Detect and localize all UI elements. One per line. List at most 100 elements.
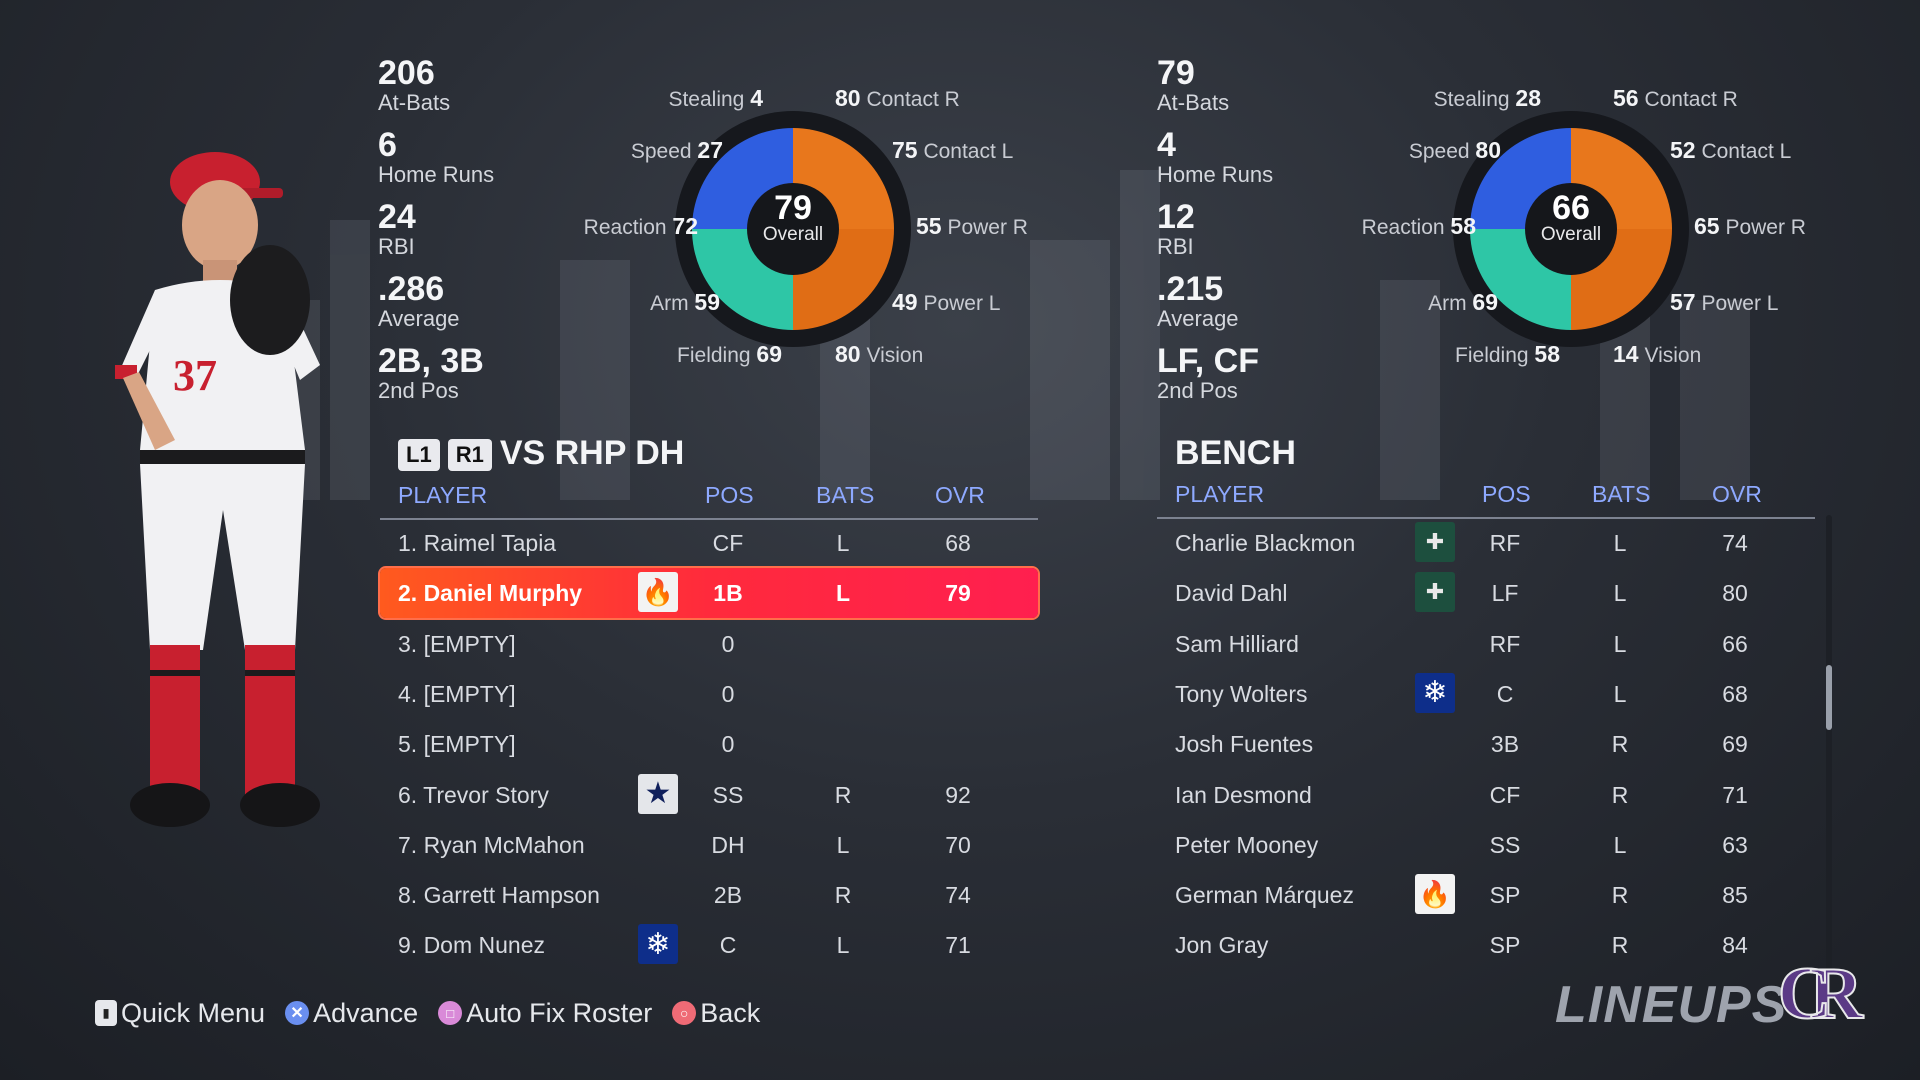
lineup-title-text: VS RHP DH xyxy=(499,434,685,472)
player-overall: 71 xyxy=(1722,781,1748,808)
player-bats: R xyxy=(834,882,852,909)
attr-stealing: Stealing 4 xyxy=(668,85,763,111)
stat-value: 24 xyxy=(378,198,416,236)
advance-button[interactable]: ✕ Advance xyxy=(285,998,418,1029)
l1-button-badge[interactable]: L1 xyxy=(398,439,440,472)
player-name: 9. Dom Nunez xyxy=(398,932,546,959)
attr-contact-l: 75 Contact L xyxy=(892,137,1014,163)
col-header-player[interactable]: PLAYER xyxy=(398,482,487,509)
player-bats: L xyxy=(1613,530,1627,556)
player-bats: R xyxy=(1611,731,1629,758)
lineup-row[interactable]: 8. Garrett Hampson 2B R 74 xyxy=(380,870,1038,920)
stat-label: At-Bats xyxy=(1157,90,1230,115)
player-name: 5. [EMPTY] xyxy=(398,731,516,758)
lineup-row[interactable]: 2. Daniel Murphy 1B L 79 🔥 xyxy=(380,568,1038,619)
player-overall: 84 xyxy=(1722,932,1748,959)
quick-menu-label: Quick Menu xyxy=(121,997,266,1028)
snowflake-icon: ❄ xyxy=(638,924,678,965)
bench-title: BENCH xyxy=(1175,434,1296,472)
attr-power-r: 55 Power R xyxy=(916,213,1028,239)
r1-button-badge[interactable]: R1 xyxy=(447,439,492,472)
attr-power-l: 49 Power L xyxy=(892,289,1001,315)
bench-row[interactable]: Ian Desmond CF R 71 xyxy=(1157,770,1815,820)
attr-contact-r: 56 Contact R xyxy=(1613,85,1738,111)
bench-row[interactable]: David Dahl LF L 80 ✚ xyxy=(1157,568,1815,618)
stat-value: 79 xyxy=(1157,54,1195,92)
player-position: 0 xyxy=(721,630,735,657)
stat-rbi: 24 RBI xyxy=(378,199,494,271)
lineup-row[interactable]: 1. Raimel Tapia CF L 68 xyxy=(380,518,1038,568)
player-name: 8. Garrett Hampson xyxy=(398,882,600,909)
lineup-title: L1 R1 VS RHP DH xyxy=(398,434,684,473)
lineup-row[interactable]: 6. Trevor Story SS R 92 ★ xyxy=(380,770,1038,820)
stat-value: .215 xyxy=(1157,270,1224,308)
star-icon: ★ xyxy=(638,773,678,814)
stat-home-runs: 4 Home Runs xyxy=(1157,127,1273,199)
overall-value: 66 xyxy=(1552,189,1590,227)
stat-second-position: LF, CF 2nd Pos xyxy=(1157,343,1273,415)
lineup-row[interactable]: 7. Ryan McMahon DH L 70 xyxy=(380,820,1038,870)
player-name: Tony Wolters xyxy=(1175,680,1308,707)
attr-contact-l: 52 Contact L xyxy=(1670,137,1792,163)
col-header-pos[interactable]: POS xyxy=(1482,481,1531,508)
bench-row[interactable]: Charlie Blackmon RF L 74 ✚ xyxy=(1157,518,1815,568)
player-position: 0 xyxy=(721,680,735,707)
player-overall: 66 xyxy=(1722,630,1748,657)
player-position: SP xyxy=(1489,932,1521,959)
team-logo: CR xyxy=(1777,952,1864,1036)
attr-reaction: Reaction 58 xyxy=(1361,213,1476,239)
bench-scrollbar-thumb[interactable] xyxy=(1826,665,1832,730)
bench-row[interactable]: Peter Mooney SS L 63 xyxy=(1157,820,1815,870)
col-header-ovr[interactable]: OVR xyxy=(935,482,985,509)
col-header-player[interactable]: PLAYER xyxy=(1175,481,1264,508)
attr-power-r: 65 Power R xyxy=(1694,213,1806,239)
col-header-ovr[interactable]: OVR xyxy=(1712,481,1762,508)
fire-icon: 🔥 xyxy=(638,572,678,613)
player-name: 7. Ryan McMahon xyxy=(398,831,585,858)
bench-row[interactable]: Josh Fuentes 3B R 69 xyxy=(1157,719,1815,769)
attr-speed: Speed 27 xyxy=(630,137,723,163)
bandage-icon: ✚ xyxy=(1415,572,1455,613)
auto-fix-roster-label: Auto Fix Roster xyxy=(466,997,653,1028)
player-position: 1B xyxy=(713,580,743,607)
bench-scrollbar-track[interactable] xyxy=(1826,515,1832,970)
player-overall: 85 xyxy=(1722,882,1748,909)
player-name: Jon Gray xyxy=(1175,932,1269,959)
bench-row[interactable]: Sam Hilliard RF L 66 xyxy=(1157,619,1815,669)
player-position: DH xyxy=(711,831,745,858)
player-bats: L xyxy=(836,932,850,959)
lineup-row[interactable]: 3. [EMPTY] 0 xyxy=(380,619,1038,669)
lineup-row[interactable]: 4. [EMPTY] 0 xyxy=(380,669,1038,719)
touchpad-icon: ▮ xyxy=(95,1000,117,1026)
bench-row[interactable]: Tony Wolters C L 68 ❄ xyxy=(1157,669,1815,719)
player-name: 1. Raimel Tapia xyxy=(398,530,557,556)
player-bats: L xyxy=(1613,630,1627,657)
col-header-pos[interactable]: POS xyxy=(705,482,754,509)
stat-at-bats: 206 At-Bats xyxy=(378,55,494,127)
advance-label: Advance xyxy=(313,997,419,1028)
bench-row[interactable]: German Márquez SP R 85 🔥 xyxy=(1157,870,1815,920)
quick-menu-button[interactable]: ▮ Quick Menu xyxy=(95,998,265,1029)
player-position: 0 xyxy=(721,731,735,758)
player-overall: 74 xyxy=(945,882,971,909)
overall-label: Overall xyxy=(762,224,824,245)
attr-speed: Speed 80 xyxy=(1408,137,1501,163)
auto-fix-roster-button[interactable]: □ Auto Fix Roster xyxy=(438,998,652,1029)
stat-at-bats: 79 At-Bats xyxy=(1157,55,1273,127)
stat-value: 2B, 3B xyxy=(378,342,484,380)
attr-power-l: 57 Power L xyxy=(1670,289,1779,315)
stat-label: 2nd Pos xyxy=(1157,378,1238,403)
back-button[interactable]: ○ Back xyxy=(672,998,760,1029)
col-header-bats[interactable]: BATS xyxy=(816,482,874,509)
cross-button-icon: ✕ xyxy=(285,1001,310,1025)
left-attribute-wheel: 79 Overall Stealing 4 Speed 27 Reaction … xyxy=(540,75,1060,385)
player-position: 2B xyxy=(713,882,743,909)
player-name: 3. [EMPTY] xyxy=(398,630,516,657)
bench-row[interactable]: Jon Gray SP R 84 xyxy=(1157,920,1815,970)
lineup-row[interactable]: 5. [EMPTY] 0 xyxy=(380,719,1038,769)
stat-label: 2nd Pos xyxy=(378,378,459,403)
stat-value: .286 xyxy=(378,270,445,308)
player-position: CF xyxy=(712,530,744,556)
col-header-bats[interactable]: BATS xyxy=(1592,481,1650,508)
lineup-row[interactable]: 9. Dom Nunez C L 71 ❄ xyxy=(380,920,1038,970)
